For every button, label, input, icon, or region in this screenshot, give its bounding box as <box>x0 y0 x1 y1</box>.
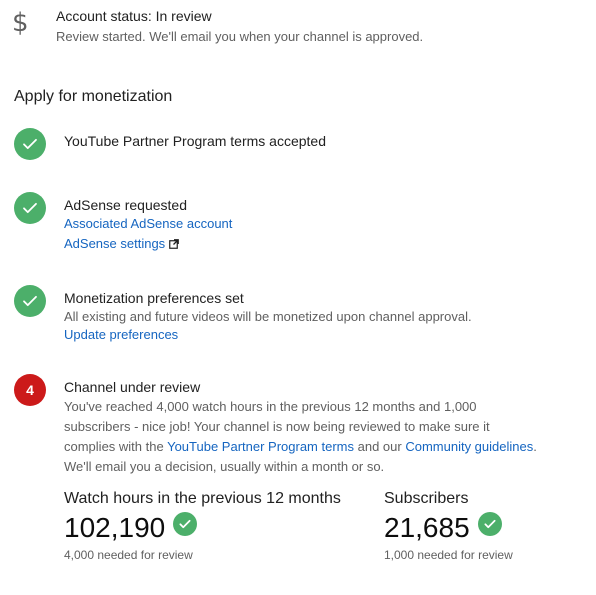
metric-value: 21,685 <box>384 512 470 543</box>
metric-label: Subscribers <box>384 490 469 507</box>
section-title: Apply for monetization <box>14 88 173 105</box>
metric-requirement: 4,000 needed for review <box>64 548 193 562</box>
account-status-subtitle: Review started. We'll email you when you… <box>56 29 424 44</box>
check-circle-icon <box>14 192 46 224</box>
associated-adsense-account-link[interactable]: Associated AdSense account <box>64 216 232 231</box>
review-description-line: complies with the YouTube Partner Progra… <box>64 439 537 454</box>
step-description: All existing and future videos will be m… <box>64 309 472 324</box>
metric-requirement: 1,000 needed for review <box>384 548 513 562</box>
community-guidelines-link[interactable]: Community guidelines <box>405 439 533 454</box>
dollar-icon: $ <box>12 8 29 38</box>
adsense-account-line: Associated AdSense account <box>64 216 232 231</box>
step-monetization-preferences: Monetization preferences set All existin… <box>0 283 596 343</box>
check-circle-icon <box>477 512 502 536</box>
step-title: Monetization preferences set <box>64 290 244 306</box>
partner-program-terms-link[interactable]: YouTube Partner Program terms <box>167 439 354 454</box>
check-circle-icon <box>14 128 46 160</box>
account-status-title: Account status: In review <box>56 8 212 24</box>
watch-hours-metric: Watch hours in the previous 12 months 10… <box>64 490 341 562</box>
adsense-settings-link[interactable]: AdSense settings <box>64 236 165 251</box>
step-title: Channel under review <box>64 379 201 395</box>
step-title: AdSense requested <box>64 197 187 213</box>
account-status: $ Account status: In review Review start… <box>0 0 596 60</box>
description-text: and our <box>354 439 406 454</box>
adsense-settings-line: AdSense settings <box>64 236 180 252</box>
step-adsense-requested: AdSense requested Associated AdSense acc… <box>0 190 596 254</box>
update-preferences-link[interactable]: Update preferences <box>64 327 178 342</box>
review-description-line: We'll email you a decision, usually with… <box>64 459 385 474</box>
update-preferences-line: Update preferences <box>64 327 178 342</box>
step-title: YouTube Partner Program terms accepted <box>64 133 326 149</box>
description-text: complies with the <box>64 439 168 454</box>
review-description-line: subscribers - nice job! Your channel is … <box>64 419 490 434</box>
step-terms-accepted: YouTube Partner Program terms accepted <box>0 126 596 166</box>
metric-label: Watch hours in the previous 12 months <box>64 490 341 507</box>
external-link-icon[interactable] <box>169 237 180 252</box>
step-channel-under-review: 4 Channel under review You've reached 4,… <box>0 372 596 476</box>
review-description-line: You've reached 4,000 watch hours in the … <box>64 399 477 414</box>
metric-value: 102,190 <box>64 512 166 543</box>
description-text: . <box>533 439 537 454</box>
check-circle-icon <box>173 512 198 536</box>
subscribers-metric: Subscribers 21,685 1,000 needed for revi… <box>384 490 513 562</box>
check-circle-icon <box>14 285 46 317</box>
step-number-badge: 4 <box>14 374 46 406</box>
